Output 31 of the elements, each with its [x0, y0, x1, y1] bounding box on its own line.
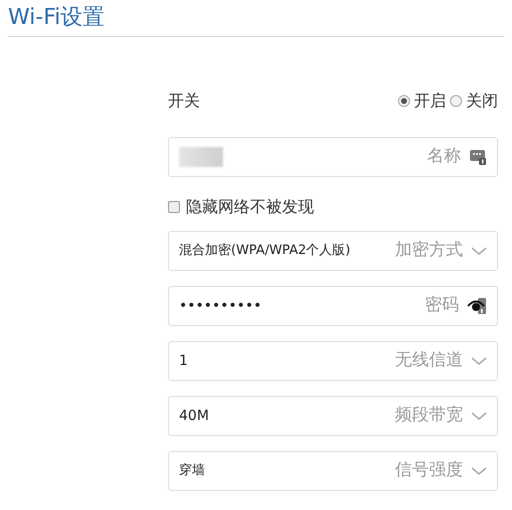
radio-button[interactable] [450, 95, 462, 107]
select-field[interactable]: 40M 频段带宽 [168, 396, 498, 436]
page-title: Wi-Fi设置 [8, 4, 106, 32]
checkbox[interactable] [168, 201, 180, 213]
switch-label: 开关 [168, 90, 200, 112]
radio-label[interactable]: 开启 [414, 89, 446, 113]
chevron-down-icon [471, 356, 487, 366]
field-value: 混合加密(WPA/WPA2个人版) [179, 242, 352, 260]
field-label: 无线信道 [395, 349, 463, 372]
chevron-down-icon [471, 246, 487, 256]
field-value: 1 [179, 352, 189, 370]
eye-icon[interactable] [467, 297, 487, 315]
select-field[interactable]: 混合加密(WPA/WPA2个人版) 加密方式 [168, 231, 498, 271]
radio-button[interactable] [398, 95, 410, 107]
field-label: 信号强度 [395, 459, 463, 482]
field-label: 名称 [427, 145, 461, 168]
chevron-down-icon [471, 411, 487, 421]
field-value: 40M [179, 406, 210, 426]
chevron-down-icon [471, 466, 487, 476]
password-field[interactable]: •••••••••• 密码 [168, 286, 498, 326]
blurred-value [179, 147, 223, 167]
radio-label[interactable]: 关闭 [466, 89, 498, 113]
field-value: •••••••••• [179, 296, 263, 316]
field-value: 穿墙 [179, 462, 206, 480]
field-label: 加密方式 [395, 239, 463, 262]
checkbox-label[interactable]: 隐藏网络不被发现 [186, 195, 314, 219]
select-field[interactable]: 1 无线信道 [168, 341, 498, 381]
field-label: 频段带宽 [395, 404, 463, 428]
field-label: 密码 [425, 294, 459, 318]
card-icon [469, 148, 487, 166]
select-field[interactable]: 穿墙 信号强度 [168, 451, 498, 491]
